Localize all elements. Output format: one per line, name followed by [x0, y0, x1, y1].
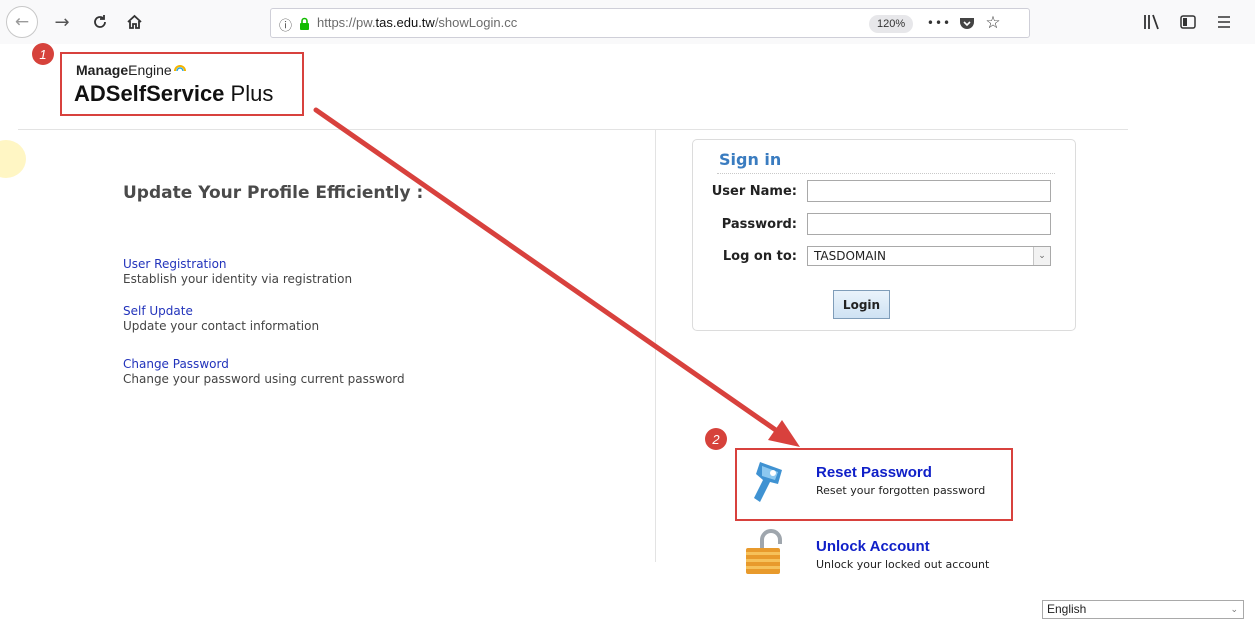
annotation-arrow	[313, 107, 800, 447]
language-select[interactable]: English ⌄	[1042, 600, 1244, 619]
reset-password-link[interactable]: Reset Password	[816, 464, 932, 481]
reset-password-description: Reset your forgotten password	[816, 484, 986, 497]
key-icon	[754, 462, 782, 502]
language-select-value: English	[1047, 602, 1087, 616]
unlock-account-link[interactable]: Unlock Account	[816, 538, 930, 555]
padlock-icon	[746, 529, 782, 574]
step-2-badge: 2	[705, 428, 727, 450]
unlock-account-description: Unlock your locked out account	[816, 558, 990, 571]
chevron-down-icon[interactable]: ⌄	[1230, 601, 1238, 618]
